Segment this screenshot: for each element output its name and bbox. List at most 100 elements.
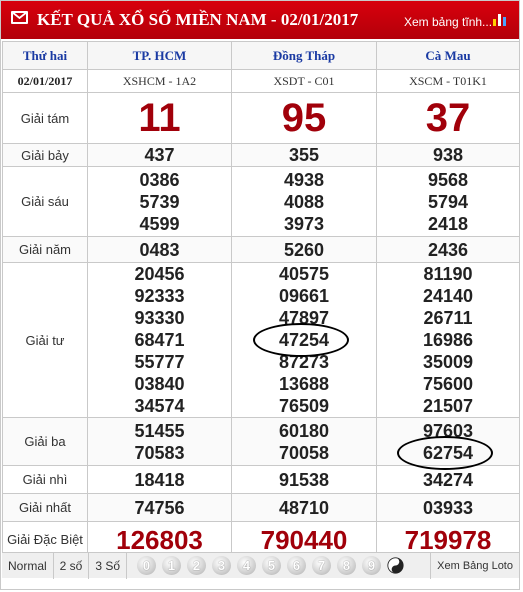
digit-button-7[interactable]: 7 (312, 556, 332, 575)
digit-button-6[interactable]: 6 (287, 556, 307, 575)
prize-number: 437 (144, 145, 175, 165)
ticket-code: XSCM - T01K1 (376, 69, 520, 93)
prize-number: 81190 (423, 264, 473, 284)
prize-number: 24140 (422, 286, 474, 306)
prize-row-6: Giải sáu 0386 5739 4599 4938 4088 3973 9… (2, 166, 520, 237)
bar-chart-icon[interactable] (492, 11, 508, 27)
prize-number: 20456 (134, 264, 185, 284)
mode-3-digit-button[interactable]: 3 Số (89, 552, 128, 579)
prize-number: 09661 (278, 286, 330, 306)
prize-number: 60180 (278, 420, 330, 441)
prize-label: Giải năm (2, 236, 88, 263)
prize-number: 11 (138, 96, 181, 140)
prize-number: 76509 (278, 396, 330, 416)
loto-table-link[interactable]: Xem Bảng Loto (430, 552, 519, 579)
digit-filter: 0 1 2 3 4 5 6 7 8 9 (127, 556, 404, 575)
prize-number: 4938 (283, 169, 325, 190)
prize-number: 2418 (427, 213, 469, 234)
digit-button-4[interactable]: 4 (237, 556, 257, 575)
province-name[interactable]: Đồng Tháp (231, 41, 377, 70)
circled-prize-number: 47254 (252, 323, 349, 357)
digit-button-0[interactable]: 0 (137, 556, 157, 575)
mail-icon (11, 11, 28, 24)
ink-circle-mark (396, 435, 493, 470)
digit-button-3[interactable]: 3 (212, 556, 232, 575)
prize-number: 51455 (134, 420, 185, 441)
prize-number: 74756 (134, 497, 185, 518)
prize-number: 9568 (427, 169, 469, 190)
prize-label: Giải tư (2, 262, 88, 418)
prize-number: 03933 (422, 497, 474, 518)
prize-row-3: Giải ba 51455 70583 60180 70058 97603 62… (2, 417, 520, 470)
prize-number: 16986 (422, 330, 474, 350)
prize-number: 26711 (423, 308, 473, 328)
prize-number: 18418 (134, 469, 185, 490)
yin-yang-icon[interactable] (387, 557, 404, 574)
prize-number: 35009 (422, 352, 474, 372)
prize-row-2: Giải nhì 18418 91538 34274 (2, 465, 520, 494)
province-header-row: Thứ hai TP. HCM Đồng Tháp Cà Mau (2, 41, 520, 70)
page-title: KẾT QUẢ XỔ SỐ MIỀN NAM - 02/01/2017 (37, 10, 359, 29)
digit-button-1[interactable]: 1 (162, 556, 182, 575)
prize-number: 3973 (283, 213, 325, 234)
special-prize-number: 719978 (404, 524, 492, 555)
display-toolbar: Normal 2 số 3 Số 0 1 2 3 4 5 6 7 8 9 Xem… (2, 552, 519, 579)
prize-number: 13688 (278, 374, 330, 394)
prize-number: 48710 (278, 497, 330, 518)
prize-number: 5739 (139, 191, 180, 212)
ticket-code: XSDT - C01 (231, 69, 377, 93)
special-prize-number: 126803 (116, 524, 203, 555)
prize-label: Giải nhất (2, 493, 88, 522)
prize-number: 91538 (278, 469, 330, 490)
panel-header: KẾT QUẢ XỔ SỐ MIỀN NAM - 02/01/2017 Xem … (1, 1, 519, 39)
prize-number: 21507 (422, 396, 474, 416)
prize-number: 93330 (134, 308, 185, 328)
prize-label: Giải tám (2, 92, 88, 144)
prize-number: 2436 (427, 239, 469, 260)
prize-number: 70583 (134, 442, 185, 463)
prize-number: 95 (281, 96, 327, 140)
prize-number: 4088 (283, 191, 325, 212)
results-panel: KẾT QUẢ XỔ SỐ MIỀN NAM - 02/01/2017 Xem … (0, 0, 520, 590)
draw-date: 02/01/2017 (2, 69, 88, 93)
prize-number: 40575 (278, 264, 330, 284)
prize-number: 34574 (134, 396, 185, 416)
special-prize-number: 790440 (260, 524, 348, 555)
prize-number: 34274 (422, 469, 474, 490)
prize-row-7: Giải bảy 437 355 938 (2, 143, 520, 167)
static-table-link[interactable]: Xem bảng tĩnh... (404, 15, 492, 29)
digit-button-8[interactable]: 8 (337, 556, 357, 575)
circled-prize-number: 62754 (396, 435, 493, 470)
province-name[interactable]: Cà Mau (376, 41, 520, 70)
results-table: Thứ hai TP. HCM Đồng Tháp Cà Mau 02/01/2… (2, 41, 520, 558)
prize-label: Giải ba (2, 417, 88, 466)
prize-row-4: Giải tư 20456 92333 93330 68471 55777 03… (2, 262, 520, 418)
prize-number: 75600 (422, 374, 474, 394)
prize-label: Giải nhì (2, 465, 88, 494)
prize-number: 55777 (134, 352, 185, 372)
digit-button-9[interactable]: 9 (362, 556, 382, 575)
prize-number: 03840 (134, 374, 185, 394)
prize-number: 4599 (139, 213, 180, 234)
prize-label: Giải bảy (2, 143, 88, 167)
ink-circle-mark (252, 323, 349, 357)
prize-number: 92333 (134, 286, 185, 306)
prize-number: 70058 (278, 442, 330, 463)
prize-number: 0483 (139, 239, 180, 260)
prize-number: 0386 (139, 169, 180, 190)
prize-row-8: Giải tám 11 95 37 (2, 92, 520, 144)
prize-label: Giải sáu (2, 166, 88, 237)
prize-number: 355 (288, 145, 320, 165)
prize-number: 5794 (427, 191, 469, 212)
digit-button-2[interactable]: 2 (187, 556, 207, 575)
prize-number: 938 (432, 145, 464, 165)
ticket-code-row: 02/01/2017 XSHCM - 1A2 XSDT - C01 XSCM -… (2, 69, 520, 93)
digit-button-5[interactable]: 5 (262, 556, 282, 575)
prize-row-1: Giải nhất 74756 48710 03933 (2, 493, 520, 522)
ticket-code: XSHCM - 1A2 (87, 69, 232, 93)
prize-number: 68471 (134, 330, 185, 350)
province-name[interactable]: TP. HCM (87, 41, 232, 70)
prize-row-5: Giải năm 0483 5260 2436 (2, 236, 520, 263)
mode-normal-button[interactable]: Normal (2, 552, 54, 579)
mode-2-digit-button[interactable]: 2 số (54, 552, 90, 579)
